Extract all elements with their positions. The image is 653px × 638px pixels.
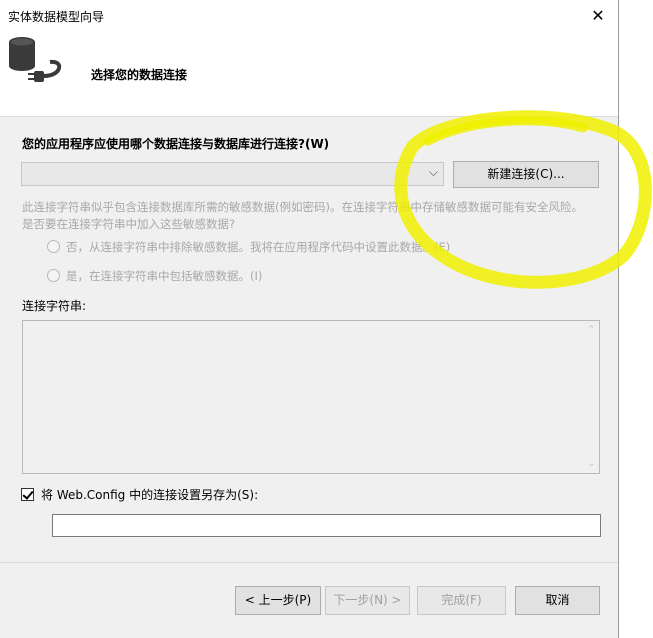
radio-include-sensitive[interactable]: 是，在连接字符串中包括敏感数据。(I) (47, 268, 262, 284)
radio-button[interactable] (47, 240, 60, 253)
connection-string-textarea[interactable]: ⌃ ⌄ (22, 320, 600, 474)
vertical-scrollbar[interactable]: ⌃ ⌄ (582, 321, 599, 473)
save-setting-checkbox[interactable] (21, 488, 34, 501)
wizard-header: 选择您的数据连接 (0, 32, 618, 117)
save-setting-row[interactable]: 将 Web.Config 中的连接设置另存为(S): (21, 486, 258, 503)
radio-exclude-sensitive[interactable]: 否，从连接字符串中排除敏感数据。我将在应用程序代码中设置此数据。(E) (47, 239, 450, 255)
connection-name-input[interactable] (52, 514, 601, 537)
footer-divider (0, 562, 618, 563)
window-title: 实体数据模型向导 (8, 10, 105, 24)
checkmark-icon (22, 488, 34, 500)
connection-dropdown[interactable]: ⌵ (21, 162, 444, 186)
chevron-down-icon: ⌵ (428, 165, 438, 179)
connection-string-label: 连接字符串: (22, 299, 87, 313)
sensitive-data-warning: 此连接字符串似乎包含连接数据库所需的敏感数据(例如密码)。在连接字符串中存储敏感… (22, 200, 583, 231)
close-button[interactable]: ✕ (584, 4, 612, 28)
next-button[interactable]: 下一步(N) > (325, 586, 410, 615)
radio-label: 是，在连接字符串中包括敏感数据。(I) (66, 269, 263, 283)
new-connection-button[interactable]: 新建连接(C)... (453, 161, 599, 188)
radio-button[interactable] (47, 269, 60, 282)
title-bar: 实体数据模型向导 ✕ (0, 0, 618, 32)
header-title: 选择您的数据连接 (91, 68, 188, 82)
radio-label: 否，从连接字符串中排除敏感数据。我将在应用程序代码中设置此数据。(E) (66, 240, 451, 254)
entity-data-model-wizard-dialog: 实体数据模型向导 ✕ 选择您的数据连接 您的应用程序应使用哪个数据连接与数据库进… (0, 0, 619, 638)
save-setting-label: 将 Web.Config 中的连接设置另存为(S): (41, 488, 259, 502)
finish-button[interactable]: 完成(F) (417, 586, 506, 615)
connection-question-label: 您的应用程序应使用哪个数据连接与数据库进行连接?(W) (22, 137, 330, 151)
scroll-down-icon[interactable]: ⌄ (587, 459, 595, 469)
database-plug-icon (9, 37, 61, 82)
previous-button[interactable]: < 上一步(P) (235, 586, 321, 615)
scroll-up-icon[interactable]: ⌃ (587, 325, 595, 335)
cancel-button[interactable]: 取消 (515, 586, 600, 615)
